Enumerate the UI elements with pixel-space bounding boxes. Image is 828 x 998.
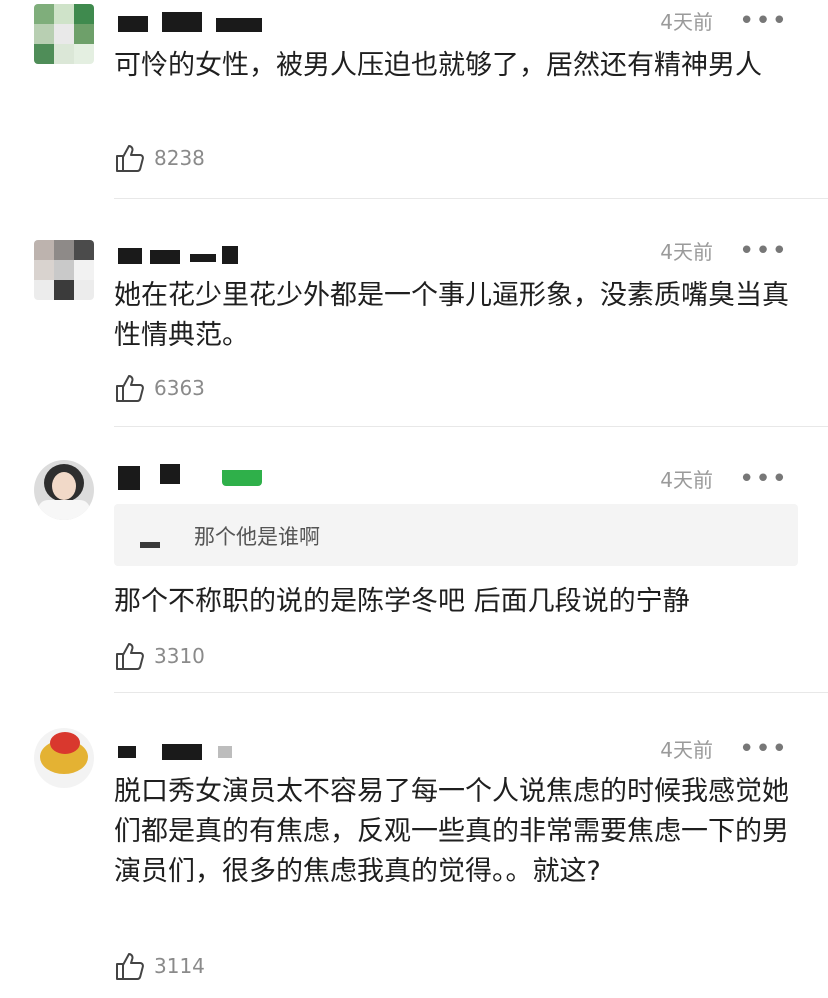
comment-meta: 4天前 ••• [660, 464, 788, 493]
like-button[interactable]: 3310 [114, 640, 205, 672]
more-icon[interactable]: ••• [739, 466, 788, 492]
more-icon[interactable]: ••• [739, 736, 788, 762]
comment-item: 4天前 ••• 她在花少里花少外都是一个事儿逼形象，没素质嘴臭当真性情典范。 6… [0, 230, 828, 430]
like-count: 3310 [154, 644, 205, 668]
comment-time: 4天前 [660, 10, 713, 34]
like-count: 6363 [154, 376, 205, 400]
comment-text: 她在花少里花少外都是一个事儿逼形象，没素质嘴臭当真性情典范。 [114, 280, 789, 351]
avatar[interactable] [34, 728, 94, 788]
comment-time: 4天前 [660, 468, 713, 492]
reply-quote[interactable]: 那个他是谁啊 [114, 504, 798, 566]
divider [114, 692, 828, 693]
like-button[interactable]: 8238 [114, 142, 205, 174]
comment-text: 那个不称职的说的是陈学冬吧 后面几段说的宁静 [114, 586, 690, 617]
more-icon[interactable]: ••• [739, 8, 788, 34]
comment-meta: 4天前 ••• [660, 734, 788, 763]
comment-item: 4天前 ••• 脱口秀女演员太不容易了每一个人说焦虑的时候我感觉她们都是真的有焦… [0, 728, 828, 998]
avatar[interactable] [34, 240, 94, 300]
thumbs-up-icon [116, 643, 144, 670]
comment-text: 脱口秀女演员太不容易了每一个人说焦虑的时候我感觉她们都是真的有焦虑，反观一些真的… [114, 776, 789, 887]
comment-meta: 4天前 ••• [660, 236, 788, 265]
avatar[interactable] [34, 460, 94, 520]
comment-time: 4天前 [660, 738, 713, 762]
like-count: 8238 [154, 146, 205, 170]
thumbs-up-icon [116, 953, 144, 980]
quote-text: 那个他是谁啊 [194, 525, 320, 549]
divider [114, 198, 828, 199]
comment-item: 4天前 ••• 那个他是谁啊 那个不称职的说的是陈学冬吧 后面几段说的宁静 33… [0, 458, 828, 694]
like-button[interactable]: 6363 [114, 372, 205, 404]
comment-meta: 4天前 ••• [660, 6, 788, 35]
like-button[interactable]: 3114 [114, 950, 205, 982]
divider [114, 426, 828, 427]
comment-item: 4天前 ••• 可怜的女性，被男人压迫也就够了，居然还有精神男人 8238 [0, 0, 828, 200]
thumbs-up-icon [116, 375, 144, 402]
comment-time: 4天前 [660, 240, 713, 264]
like-count: 3114 [154, 954, 205, 978]
avatar[interactable] [34, 4, 94, 64]
comment-text: 可怜的女性，被男人压迫也就够了，居然还有精神男人 [114, 50, 762, 81]
thumbs-up-icon [116, 145, 144, 172]
more-icon[interactable]: ••• [739, 238, 788, 264]
